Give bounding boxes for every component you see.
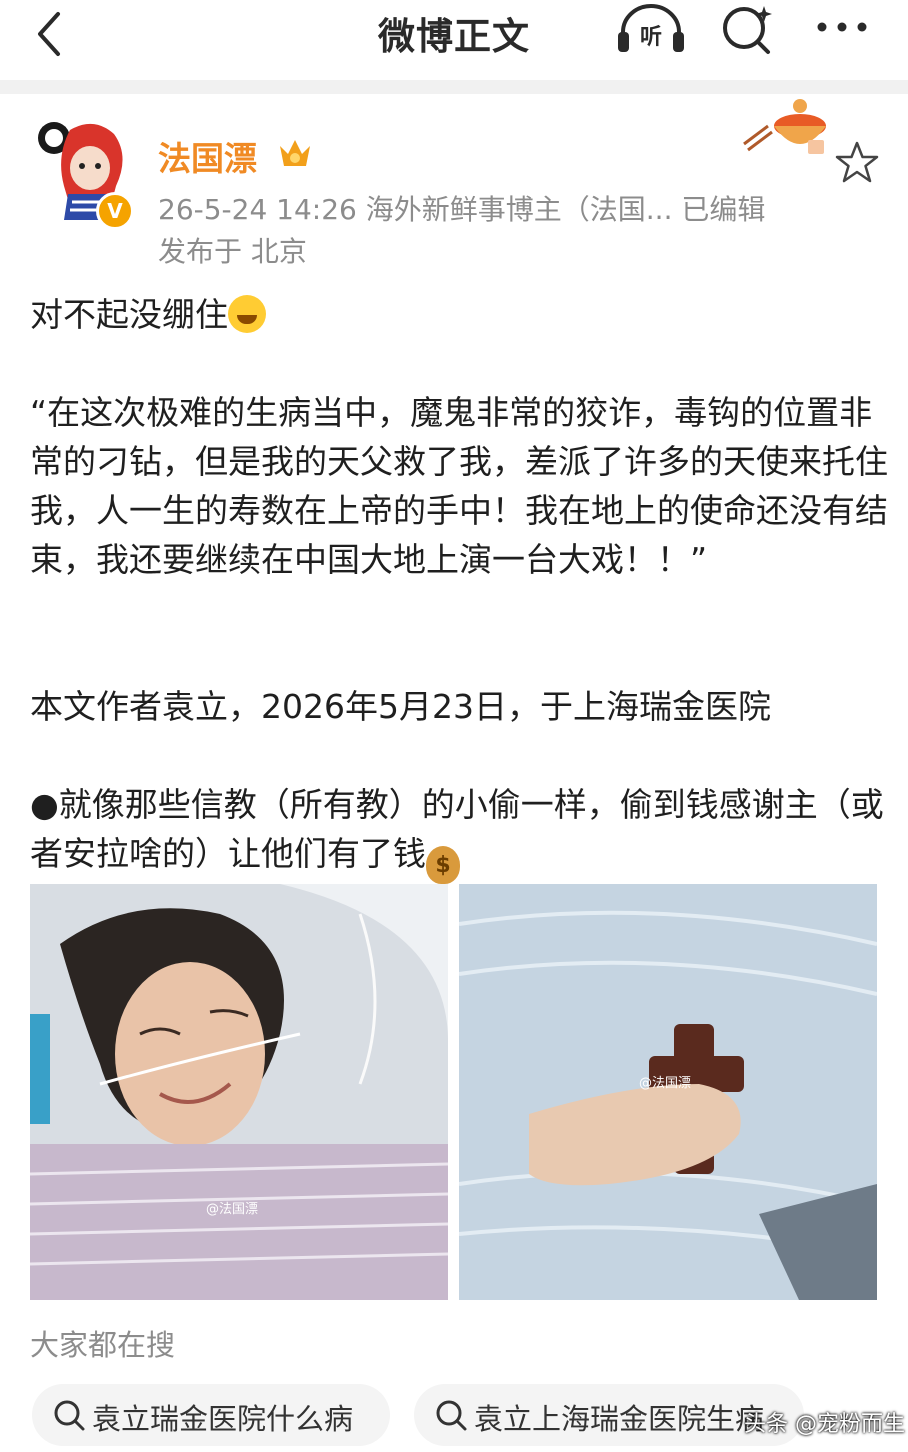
section-divider [0,80,908,94]
listen-label: 听 [640,25,662,50]
hotpot-decoration-icon [743,99,826,154]
cross-in-hand-illustration [459,884,877,1300]
money-bag-icon: $ [426,846,460,884]
patient-photo-illustration [30,884,448,1300]
post-location: 发布于 北京 [158,235,307,268]
search-suggestion-label: 袁立瑞金医院什么病 [92,1402,354,1436]
search-suggestion-chip[interactable]: 袁立瑞金医院什么病 [32,1384,390,1446]
more-dots-icon[interactable] [812,12,872,42]
top-bar: 微博正文 听 [0,0,908,80]
trending-search-header: 大家都在搜 [30,1328,176,1362]
post-comment: ●就像那些信教（所有教）的小偷一样，偷到钱感谢主（或者安拉啥的）让他们有了钱 $ [30,780,890,884]
search-icon[interactable] [720,2,776,58]
listen-headphones-icon[interactable]: 听 [615,4,687,56]
post-line-1: 对不起没绷住 [30,290,890,339]
author-name[interactable]: 法国漂 [158,132,257,180]
post-meta: 26-5-24 14:26 海外新鲜事博主（法国... 已编辑 [158,193,766,226]
laughing-emoji-icon [228,295,266,333]
search-icon [54,1400,85,1431]
source-credit-watermark: 头条 @宠粉而生 [744,1412,905,1437]
post-quote: “在这次极难的生病当中，魔鬼非常的狡诈，毒钩的位置非常的刁钻，但是我的天父救了我… [30,393,888,579]
post-image-1[interactable]: @法国漂 [30,884,448,1300]
image-watermark: @法国漂 [639,1076,692,1091]
search-icon [436,1400,467,1431]
member-crown-icon [280,140,310,166]
image-watermark: @法国漂 [206,1202,259,1217]
favorite-star-icon[interactable] [834,140,880,184]
post-image-2[interactable]: @法国漂 [459,884,877,1300]
post-attribution: 本文作者袁立，2026年5月23日，于上海瑞金医院 [30,687,771,726]
verified-badge: V [96,192,134,230]
search-suggestion-label: 袁立上海瑞金医院生病 [474,1402,765,1436]
